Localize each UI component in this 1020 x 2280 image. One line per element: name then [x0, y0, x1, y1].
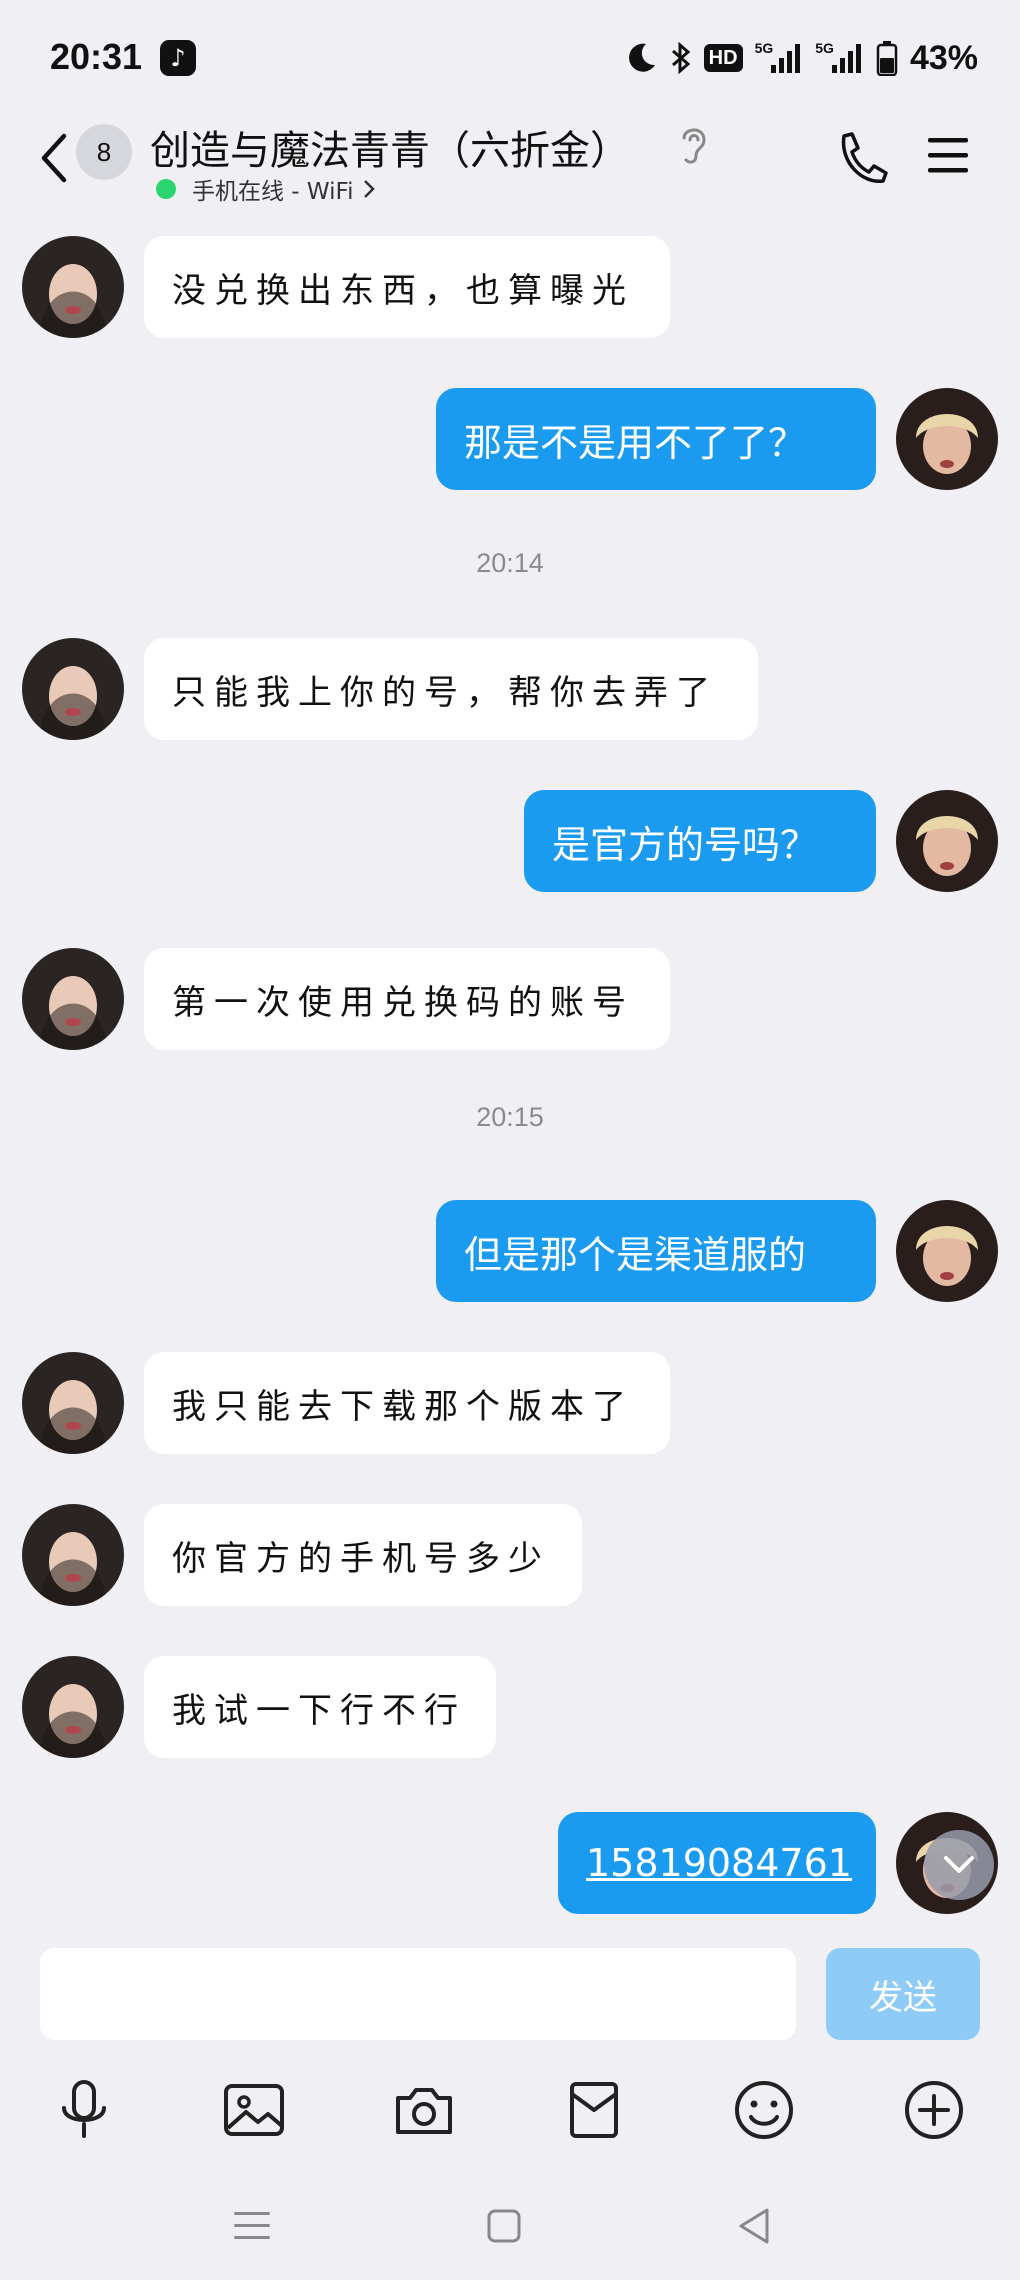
timestamp: 20:15 — [476, 1102, 544, 1132]
recent-apps-button[interactable] — [222, 2196, 282, 2256]
message-text: 是官方的号吗？ — [552, 822, 819, 867]
message-bubble[interactable]: 是官方的号吗？ — [524, 790, 876, 892]
message-bubble[interactable]: 第一次使用兑换码的账号 — [144, 948, 670, 1050]
voice-button[interactable] — [44, 2070, 124, 2150]
message-text: 你官方的手机号多少 — [172, 1538, 550, 1579]
cellular-signal-icon: 5G — [815, 40, 864, 75]
chevron-right-icon — [363, 180, 375, 198]
message-text: 我只能去下载那个版本了 — [172, 1386, 634, 1427]
avatar[interactable] — [22, 1352, 124, 1454]
avatar[interactable] — [896, 388, 998, 490]
message-text: 第一次使用兑换码的账号 — [172, 982, 634, 1023]
chat-header: 8 创造与魔法青青（六折金） 手机在线 - WiFi — [0, 118, 1020, 218]
battery-icon — [876, 40, 898, 76]
phone-call-button[interactable] — [832, 128, 888, 188]
message-list[interactable]: 没兑换出东西，也算曝光 那是不是用不了了？ 20:14 只能我上你的号，帮你去弄… — [0, 218, 1020, 1930]
chevron-down-icon — [944, 1856, 974, 1873]
chevron-left-icon — [41, 133, 67, 183]
battery-percent: 43% — [909, 38, 978, 77]
message-text: 但是那个是渠道服的 — [464, 1232, 807, 1277]
unread-count-badge[interactable]: 8 — [76, 124, 132, 180]
message-text: 那是不是用不了了？ — [464, 420, 807, 465]
avatar[interactable] — [896, 790, 998, 892]
status-time: 20:31 — [50, 36, 143, 77]
message-bubble[interactable]: 那是不是用不了了？ — [436, 388, 876, 490]
cellular-signal-icon: 5G — [755, 40, 804, 75]
online-status[interactable]: 手机在线 - WiFi — [156, 172, 376, 206]
home-button[interactable] — [474, 2196, 534, 2256]
message-bubble[interactable]: 但是那个是渠道服的 — [436, 1200, 876, 1302]
avatar[interactable] — [896, 1200, 998, 1302]
avatar[interactable] — [22, 948, 124, 1050]
phone-icon — [841, 132, 888, 183]
menu-button[interactable] — [924, 132, 972, 180]
system-navbar — [0, 2180, 1020, 2280]
home-icon — [487, 2209, 521, 2243]
message-bubble[interactable]: 我只能去下载那个版本了 — [144, 1352, 670, 1454]
image-icon — [224, 2084, 284, 2136]
tiktok-icon: ♪ — [160, 40, 196, 76]
avatar[interactable] — [22, 1656, 124, 1758]
bluetooth-icon — [670, 41, 692, 75]
camera-icon — [396, 2088, 452, 2134]
message-bubble[interactable]: 只能我上你的号，帮你去弄了 — [144, 638, 758, 740]
hamburger-icon — [928, 138, 968, 173]
message-bubble[interactable]: 15819084761 — [558, 1812, 876, 1914]
message-bubble[interactable]: 没兑换出东西，也算曝光 — [144, 236, 670, 338]
back-nav-button[interactable] — [724, 2196, 784, 2256]
message-input[interactable] — [40, 1948, 796, 2040]
chat-title[interactable]: 创造与魔法青青（六折金） — [150, 118, 630, 176]
camera-button[interactable] — [384, 2070, 464, 2150]
composer-toolbar — [0, 2070, 1020, 2170]
avatar[interactable] — [22, 638, 124, 740]
menu-icon — [234, 2212, 270, 2239]
ear-icon[interactable] — [676, 120, 712, 170]
red-packet-button[interactable] — [554, 2070, 634, 2150]
status-bar: 20:31 ♪ HD 5G 5G 43% — [0, 0, 1020, 118]
microphone-icon — [62, 2080, 106, 2138]
status-icons: HD 5G 5G 43% — [624, 36, 978, 80]
scroll-to-bottom-button[interactable] — [924, 1830, 994, 1900]
moon-icon — [624, 41, 658, 75]
emoji-icon — [735, 2081, 793, 2139]
gallery-button[interactable] — [214, 2070, 294, 2150]
online-status-text: 手机在线 - WiFi — [192, 179, 354, 205]
message-text: 只能我上你的号，帮你去弄了 — [172, 672, 718, 713]
message-bubble[interactable]: 你官方的手机号多少 — [144, 1504, 582, 1606]
avatar[interactable] — [22, 236, 124, 338]
timestamp: 20:14 — [476, 548, 544, 578]
more-button[interactable] — [894, 2070, 974, 2150]
phone-number-link[interactable]: 15819084761 — [586, 1841, 852, 1885]
send-button[interactable]: 发送 — [826, 1948, 980, 2040]
back-icon — [739, 2208, 769, 2244]
back-button[interactable] — [34, 128, 74, 188]
hd-icon: HD — [703, 44, 743, 72]
red-packet-icon — [570, 2082, 618, 2138]
plus-icon — [905, 2081, 963, 2139]
emoji-button[interactable] — [724, 2070, 804, 2150]
avatar[interactable] — [22, 1504, 124, 1606]
message-bubble[interactable]: 我试一下行不行 — [144, 1656, 496, 1758]
message-text: 没兑换出东西，也算曝光 — [172, 270, 634, 311]
message-text: 我试一下行不行 — [172, 1690, 466, 1731]
online-dot — [156, 179, 176, 199]
